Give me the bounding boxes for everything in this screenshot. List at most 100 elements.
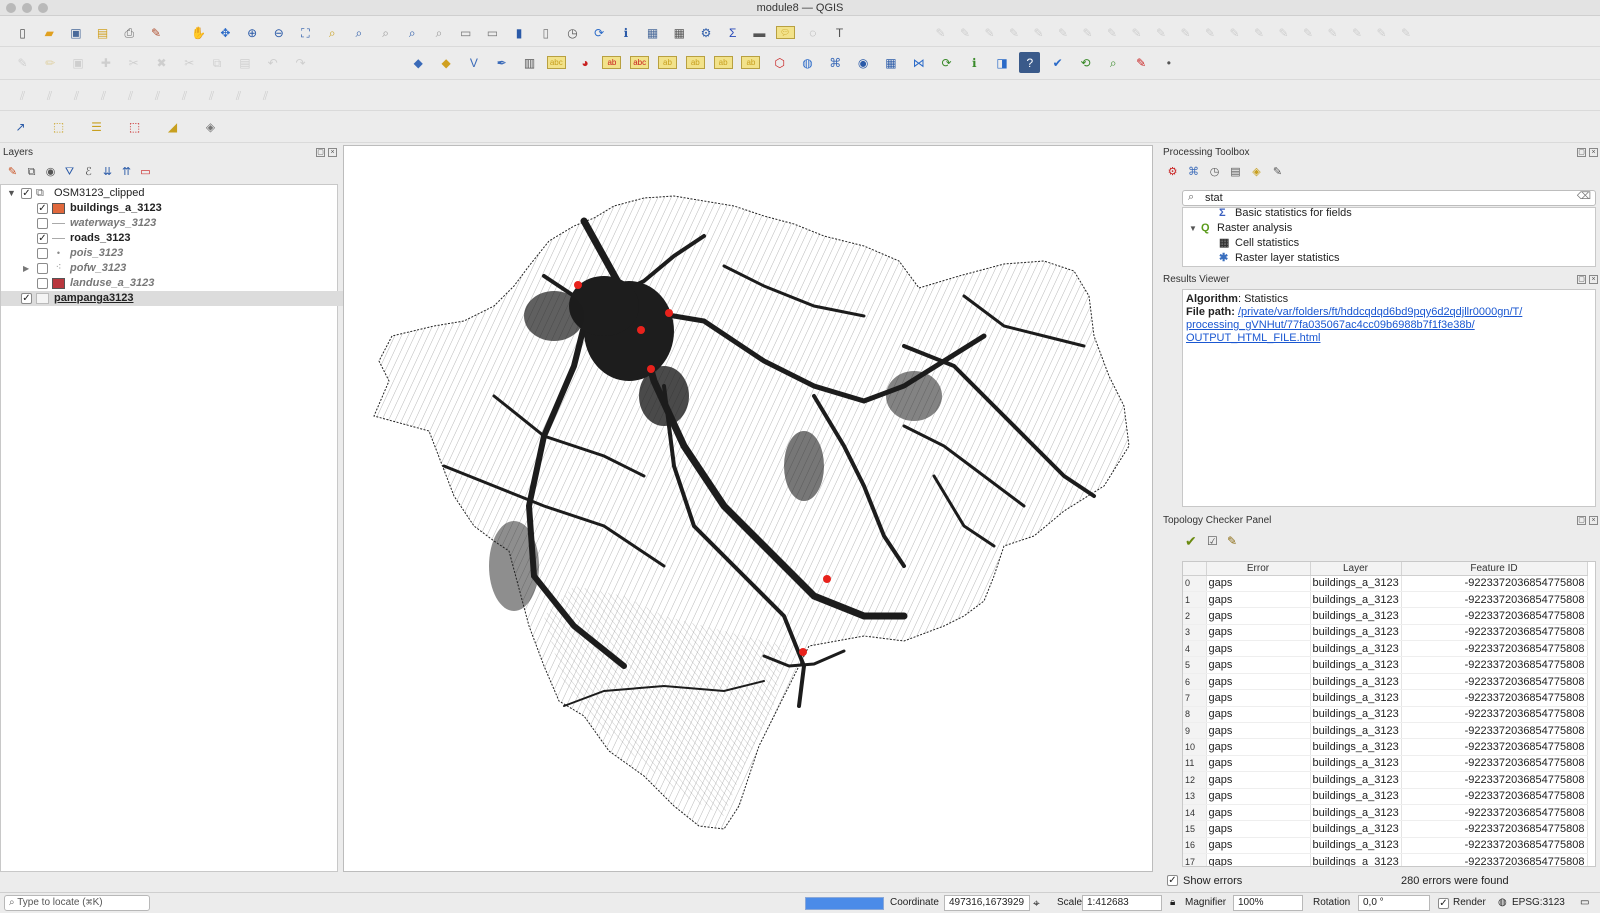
digitizing-tool-icon[interactable]: ✎ <box>955 22 976 43</box>
advanced-edit-icon[interactable]: ⫽ <box>39 85 60 106</box>
algorithm-tree-item[interactable]: Σ Basic statistics for fields <box>1183 206 1583 221</box>
layer-item[interactable]: • pois_3123 <box>1 246 346 261</box>
crs-globe-icon[interactable]: ◍ <box>1498 896 1507 910</box>
table-row[interactable]: 15 gaps buildings_a_3123 -92233720368547758… <box>1183 820 1588 838</box>
algorithm-tree-item[interactable]: ✱ Raster layer statistics <box>1183 251 1583 266</box>
models-icon[interactable]: ⚙ <box>1162 162 1183 183</box>
redo-icon[interactable]: ↷ <box>290 52 311 73</box>
toggle-extents-icon[interactable]: ⌖ <box>1033 896 1040 910</box>
show-pin-icon[interactable]: ab <box>658 56 677 69</box>
advanced-edit-icon[interactable]: ⫽ <box>66 85 87 106</box>
digitizing-tool-icon[interactable]: ✎ <box>979 22 1000 43</box>
digitizing-tool-icon[interactable]: ✎ <box>1004 22 1025 43</box>
advanced-edit-icon[interactable]: ⫽ <box>174 85 195 106</box>
poi-marker[interactable] <box>637 326 645 334</box>
digitizing-tool-icon[interactable]: ✎ <box>1396 22 1417 43</box>
poi-marker[interactable] <box>647 365 655 373</box>
digitize-icon[interactable]: ✎ <box>12 52 33 73</box>
zoom-next-icon[interactable]: ⌕ <box>429 22 450 43</box>
annotation-icon[interactable]: ◌ <box>802 22 823 43</box>
digitizing-tool-icon[interactable]: ✎ <box>1200 22 1221 43</box>
layer-visibility-checkbox[interactable] <box>37 218 48 229</box>
layer-item[interactable]: ▼ ✓ ⧉ OSM3123_clipped <box>1 186 346 201</box>
pan-to-selection-icon[interactable]: ✥ <box>215 22 236 43</box>
close-panel-button[interactable]: × <box>328 148 337 157</box>
filter-expression-icon[interactable]: ℰ <box>78 162 99 183</box>
digitizing-tool-icon[interactable]: ✎ <box>1077 22 1098 43</box>
layer-visibility-checkbox[interactable] <box>37 263 48 274</box>
rotate-label-icon[interactable]: ab <box>713 56 733 69</box>
grid-icon[interactable]: ▦ <box>880 52 901 73</box>
file-path-link[interactable]: /private/var/folders/ft/hddcqdqd6bd9pqy6… <box>1238 306 1522 318</box>
algorithm-tree-item[interactable]: ▦ Cell statistics <box>1183 236 1583 251</box>
open-style-icon[interactable]: ✎ <box>2 162 23 183</box>
float-panel-button[interactable]: ▢ <box>1577 275 1586 284</box>
map-render[interactable] <box>344 146 1154 873</box>
help-icon[interactable]: ? <box>1019 52 1041 73</box>
new-map-view-icon[interactable]: ▭ <box>455 22 476 43</box>
layer-visibility-checkbox[interactable]: ✓ <box>21 188 32 199</box>
table-row[interactable]: 11 gaps buildings_a_3123 -92233720368547758… <box>1183 755 1588 773</box>
georef-icon[interactable]: ⬡ <box>769 52 790 73</box>
table-row[interactable]: 3 gaps buildings_a_3123 -922337203685477580… <box>1183 624 1588 642</box>
globe-icon[interactable]: ◍ <box>797 52 818 73</box>
table-row[interactable]: 1 gaps buildings_a_3123 -922337203685477580… <box>1183 591 1588 609</box>
table-row[interactable]: 8 gaps buildings_a_3123 -922337203685477580… <box>1183 706 1588 724</box>
add-group-icon[interactable]: ⧉ <box>21 162 42 183</box>
zoom-in-icon[interactable]: ⊕ <box>242 22 263 43</box>
digitizing-tool-icon[interactable]: ✎ <box>1298 22 1319 43</box>
poi-marker[interactable] <box>665 309 673 317</box>
save-as-icon[interactable]: ▤ <box>92 22 113 43</box>
layer-item[interactable]: waterways_3123 <box>1 216 346 231</box>
layer-visibility-checkbox[interactable]: ✓ <box>21 293 32 304</box>
new-spatialite-icon[interactable]: V <box>463 52 484 73</box>
float-panel-button[interactable]: ▢ <box>1577 148 1586 157</box>
layer-visibility-checkbox[interactable] <box>37 278 48 289</box>
digitizing-tool-icon[interactable]: ✎ <box>930 22 951 43</box>
locator-search-field[interactable]: ⌕ Type to locate (⌘K) <box>4 895 150 911</box>
layer-item[interactable]: ▶ ⁖ pofw_3123 <box>1 261 346 276</box>
column-header-feature-id[interactable]: Feature ID <box>1401 562 1588 576</box>
manage-themes-icon[interactable]: ◉ <box>40 162 61 183</box>
table-row[interactable]: 5 gaps buildings_a_3123 -922337203685477580… <box>1183 656 1588 674</box>
layer-style-icon[interactable]: ☰ <box>86 116 107 137</box>
poi-marker[interactable] <box>823 575 831 583</box>
change-label-icon[interactable]: ab <box>741 56 761 69</box>
layer-item[interactable]: ✓ pampanga3123 <box>1 291 346 306</box>
edit-features-icon[interactable]: ◈ <box>1246 162 1267 183</box>
expand-group-icon[interactable]: ▼ <box>7 186 16 201</box>
column-header-layer[interactable]: Layer <box>1310 562 1402 576</box>
zoom-selection-icon[interactable]: ⌕ <box>322 22 343 43</box>
poi-marker[interactable] <box>574 281 582 289</box>
digitizing-tool-icon[interactable]: ✎ <box>1151 22 1172 43</box>
filter-legend-icon[interactable]: ⛛ <box>59 162 80 183</box>
table-row[interactable]: 13 gaps buildings_a_3123 -92233720368547758… <box>1183 788 1588 805</box>
measure-icon[interactable]: ▬ <box>749 22 770 43</box>
table-row[interactable]: 16 gaps buildings_a_3123 -92233720368547758… <box>1183 837 1588 855</box>
expand-all-icon[interactable]: ⇊ <box>97 162 118 183</box>
open-project-icon[interactable]: ▰ <box>39 22 60 43</box>
digitizing-tool-icon[interactable]: ✎ <box>1273 22 1294 43</box>
new-geopackage-icon[interactable]: ◆ <box>408 52 429 73</box>
label-icon[interactable]: abc <box>546 56 566 69</box>
advanced-edit-icon[interactable]: ⫽ <box>255 85 276 106</box>
save-project-icon[interactable]: ▣ <box>65 22 86 43</box>
configure-rules-icon[interactable]: ✎ <box>1227 534 1237 548</box>
table-row[interactable]: 14 gaps buildings_a_3123 -92233720368547758… <box>1183 804 1588 822</box>
advanced-edit-icon[interactable]: ⫽ <box>12 85 33 106</box>
help-ext-icon[interactable]: ℹ <box>964 52 985 73</box>
zoom-last-icon[interactable]: ⌕ <box>402 22 423 43</box>
layer-refresh-icon[interactable]: ⟲ <box>1075 52 1096 73</box>
new-memory-icon[interactable]: ▥ <box>519 52 540 73</box>
coordinate-field[interactable]: 497316,1673929 <box>944 895 1030 911</box>
style-manager-icon[interactable]: ✎ <box>146 22 167 43</box>
close-panel-button[interactable]: × <box>1589 275 1598 284</box>
digitizing-tool-icon[interactable]: ✎ <box>1028 22 1049 43</box>
float-panel-button[interactable]: ▢ <box>316 148 325 157</box>
algorithm-tree-item[interactable]: ▼ Q Raster analysis <box>1183 221 1583 236</box>
advanced-edit-icon[interactable]: ⫽ <box>147 85 168 106</box>
refresh-layers-icon[interactable]: ⟳ <box>936 52 957 73</box>
digitizing-tool-icon[interactable]: ✎ <box>1249 22 1270 43</box>
show-bookmarks-icon[interactable]: ▯ <box>535 22 556 43</box>
digitizing-tool-icon[interactable]: ✎ <box>1224 22 1245 43</box>
